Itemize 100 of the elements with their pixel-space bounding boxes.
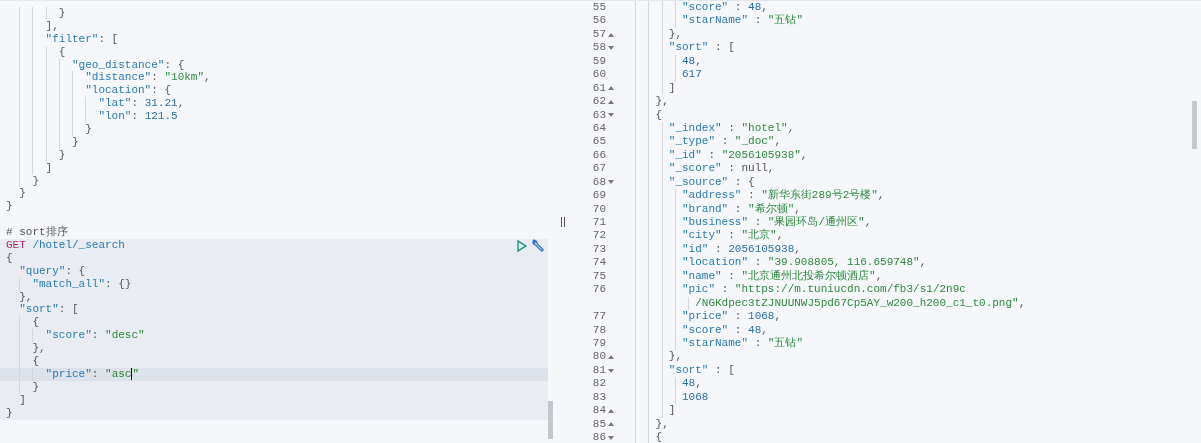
line-number: 66 [592,148,606,163]
code-line: "score": "desc" [44,329,145,343]
fold-arrow-icon[interactable] [608,368,614,373]
code-line: "name" : "北京通州北投希尔顿酒店", [681,269,883,284]
code-line: "id" : 2056105938, [681,242,801,257]
code-line: "geo_distance": { [71,58,185,72]
line-number: 78 [592,323,606,337]
code-line: }, [667,350,682,364]
code-line: "starName" : "五钻" [681,336,804,351]
code-line: { [31,316,39,330]
line-number: 65 [592,135,606,149]
line-number: 56 [592,14,606,28]
fold-arrow-icon[interactable] [608,435,614,440]
code-line: "city" : "北京", [681,229,784,243]
code-line: "starName" : "五钻" [681,14,804,28]
line-number: 74 [592,256,606,270]
code-line: } [31,174,39,188]
wrench-icon[interactable] [531,239,544,253]
code-line: } [71,135,79,149]
code-line: "score" : 48, [681,323,768,337]
line-number: 80 [592,350,606,364]
scrollbar-thumb[interactable] [548,401,553,439]
code-line: } [57,7,66,20]
line-number: 76 [592,283,606,297]
code-line: "_source" : { [667,175,755,190]
line-number: 81 [592,363,606,378]
line-number: 79 [592,336,606,351]
code-line: { [654,431,663,443]
code-line: ] [18,393,26,407]
line-number: 73 [592,242,606,257]
fold-arrow-icon[interactable] [608,46,614,51]
fold-arrow-icon[interactable] [608,355,614,360]
code-line: "_index" : "hotel", [667,121,795,136]
code-line: 48, [681,377,702,391]
code-line: "price": "asc" [44,367,140,381]
fold-arrow-icon[interactable] [608,32,614,37]
code-line: { [31,355,39,368]
line-number: 67 [592,162,606,176]
code-line: "distance": "10km", [84,71,211,85]
code-line: } [6,406,13,420]
play-icon[interactable] [517,239,527,252]
code-line: "location": { [84,84,172,98]
code-line: "filter": [ [44,32,119,46]
code-line: "address" : "新华东街289号2号楼", [681,189,885,203]
code-line: { [6,251,13,265]
code-line: GET /hotel/_search [6,239,125,252]
code-line: } [31,380,39,394]
code-line: "location" : "39.908805, 116.659748", [681,256,927,270]
code-line: "match_all": {} [31,277,132,291]
code-line: "_id" : "2056105938", [667,148,808,163]
code-line: "pic" : "https://m.tuniucdn.com/fb3/s1/2n9c [681,283,966,297]
line-number: 83 [592,390,606,405]
code-line: "_score" : null, [667,162,775,176]
code-line: /NGKdpec3tZJNUUNWJ5pd67Cp5AY_w200_h200_c1_t0.png", [694,296,1026,311]
fold-arrow-icon[interactable] [608,99,614,104]
fold-arrow-icon[interactable] [608,113,614,118]
code-line: 617 [681,68,702,82]
code-line: } [57,148,66,162]
line-number: 64 [592,121,606,136]
scrollbar-thumb[interactable] [1192,101,1197,149]
code-line: "sort" : [ [667,41,735,55]
code-line: { [57,45,66,59]
fold-arrow-icon[interactable] [608,86,614,91]
code-line: # sort排序 [6,226,68,240]
line-number: 55 [592,1,606,15]
code-line: }, [31,342,46,356]
code-line: ] [44,161,53,175]
fold-arrow-icon[interactable] [608,180,614,185]
code-line: "lat": 31.21, [97,97,185,111]
code-line: "_type" : "_doc", [667,135,782,149]
fold-arrow-icon[interactable] [608,422,614,427]
code-line: ] [667,404,676,418]
code-line: }, [654,417,669,431]
code-line: } [18,187,26,201]
line-number: 85 [592,417,606,431]
code-line: "sort" : [ [667,363,735,378]
resize-handle[interactable] [560,217,565,227]
code-line: } [84,123,92,136]
line-number: 63 [592,108,606,122]
line-number: 70 [592,202,606,216]
code-line: "query": { [18,264,86,278]
code-line: ] [667,81,676,96]
code-line: 1068 [681,390,709,405]
line-number: 59 [592,54,606,69]
code-line: ], [44,19,59,33]
code-line: "lon": 121.5 [97,110,178,124]
line-number: 68 [592,175,606,190]
code-line: "score" : 48, [681,1,768,15]
code-line: }, [667,27,682,42]
line-number: 61 [592,81,606,96]
code-line: { [654,108,663,122]
line-number: 69 [592,189,606,203]
code-line: }, [654,95,669,109]
line-number: 62 [592,95,606,109]
line-number: 82 [592,377,606,391]
fold-arrow-icon[interactable] [608,408,614,413]
line-number: 77 [592,310,606,324]
code-line: "sort": [ [18,303,79,317]
line-number: 58 [592,41,606,55]
code-line: }, [18,290,33,304]
